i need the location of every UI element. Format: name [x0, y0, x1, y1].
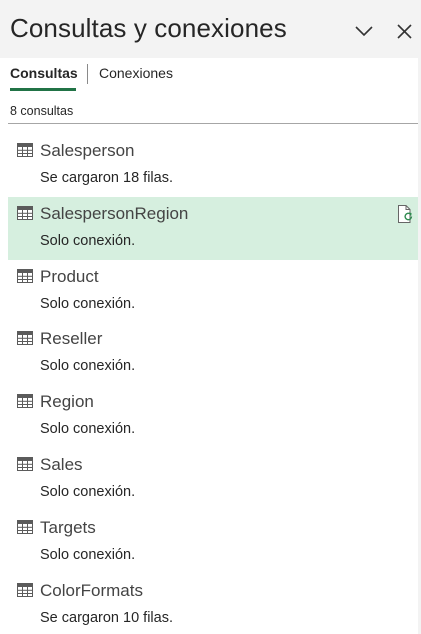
active-tab-indicator [10, 88, 76, 91]
query-item[interactable]: Reseller Solo conexión. [8, 322, 418, 385]
table-icon [17, 331, 33, 346]
table-icon [17, 456, 33, 471]
pane-title: Consultas y conexiones [10, 13, 287, 43]
table-icon [17, 394, 33, 409]
query-status: Solo conexión. [40, 483, 136, 500]
query-status: Solo conexión. [40, 421, 136, 438]
table-icon [17, 268, 33, 283]
tab-conexiones[interactable]: Conexiones [99, 65, 173, 81]
query-item[interactable]: Salesperson Se cargaron 18 filas. [8, 134, 418, 197]
queries-connections-pane: Consultas y conexiones Consultas Conexio… [0, 0, 421, 634]
close-icon [397, 24, 412, 39]
query-status: Solo conexión. [40, 232, 136, 249]
query-name: SalespersonRegion [40, 203, 189, 223]
query-name: Salesperson [40, 141, 135, 160]
query-name: Product [40, 266, 99, 286]
query-name: Targets [40, 517, 96, 537]
collapse-button[interactable] [353, 20, 375, 42]
query-status: Solo conexión. [40, 295, 136, 312]
query-item[interactable]: ColorFormats Se cargaron 10 filas. [8, 574, 418, 634]
divider [8, 123, 418, 124]
query-name: Region [40, 392, 94, 412]
query-status: Se cargaron 10 filas. [40, 609, 173, 626]
query-status: Se cargaron 18 filas. [40, 170, 173, 186]
query-item[interactable]: Targets Solo conexión. [8, 511, 418, 574]
query-list: Salesperson Se cargaron 18 filas. Salesper… [8, 134, 418, 634]
query-status: Solo conexión. [40, 358, 136, 375]
close-button[interactable] [394, 20, 416, 42]
refresh-icon[interactable] [396, 204, 414, 224]
query-name: ColorFormats [40, 580, 143, 600]
pane-header: Consultas y conexiones [0, 0, 421, 58]
query-item[interactable]: Product Solo conexión. [8, 260, 418, 323]
tab-consultas[interactable]: Consultas [10, 65, 78, 81]
query-item[interactable]: Region Solo conexión. [8, 385, 418, 448]
pane-content: Consultas Conexiones 8 consultas Salespe… [0, 58, 418, 634]
table-icon [17, 582, 33, 597]
query-item[interactable]: Sales Solo conexión. [8, 448, 418, 511]
table-icon [17, 205, 33, 220]
table-icon [17, 143, 33, 157]
chevron-down-icon [355, 26, 373, 37]
query-status: Solo conexión. [40, 546, 136, 563]
query-count: 8 consultas [10, 104, 74, 118]
query-name: Sales [40, 454, 83, 474]
tab-divider [87, 64, 88, 84]
table-icon [17, 519, 33, 534]
query-item[interactable]: SalespersonRegion Solo conexión. [8, 196, 418, 260]
query-name: Reseller [40, 329, 103, 349]
